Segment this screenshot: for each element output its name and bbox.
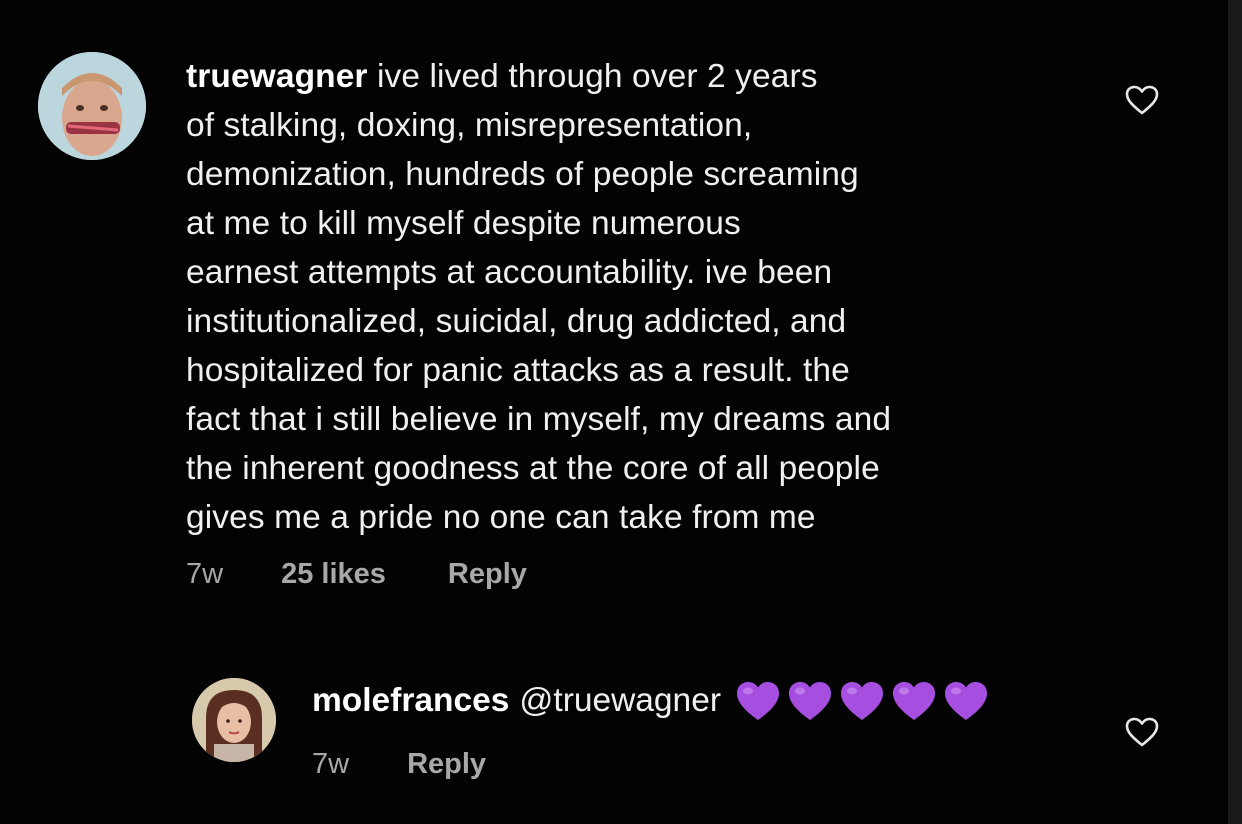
comment-meta: 7w Reply — [312, 748, 486, 781]
avatar-truewagner[interactable] — [38, 52, 146, 160]
comment-line: the inherent goodness at the core of all… — [186, 450, 880, 487]
comment-line: of stalking, doxing, misrepresentation, — [186, 107, 753, 144]
reply-button[interactable]: Reply — [448, 558, 527, 591]
purple-heart-emoji — [941, 678, 991, 724]
purple-heart-emoji — [785, 678, 835, 724]
like-button[interactable] — [1124, 84, 1160, 116]
emoji-group — [733, 678, 991, 724]
comment-meta: 7w 25 likes Reply — [186, 558, 527, 591]
purple-heart-emoji — [733, 678, 783, 724]
comment-line: truewagner ive lived through over 2 year… — [186, 52, 1086, 101]
heart-outline-icon — [1125, 85, 1159, 115]
heart-outline-icon — [1125, 717, 1159, 747]
comment-thread: truewagner ive lived through over 2 year… — [0, 0, 1242, 824]
avatar-molefrances[interactable] — [192, 678, 276, 762]
mention-link[interactable]: @truewagner — [519, 676, 721, 726]
comment-username[interactable]: molefrances — [312, 676, 509, 726]
comment-timestamp[interactable]: 7w — [186, 558, 223, 591]
comment-timestamp[interactable]: 7w — [312, 748, 349, 781]
screen-edge — [1228, 0, 1242, 824]
like-button[interactable] — [1124, 716, 1160, 748]
comment-username[interactable]: truewagner — [186, 58, 368, 95]
comment-body-molefrances: molefrances @truewagner — [312, 676, 991, 726]
comment-line: gives me a pride no one can take from me — [186, 499, 816, 536]
comment-line: demonization, hundreds of people screami… — [186, 156, 859, 193]
comment-line: institutionalized, suicidal, drug addict… — [186, 303, 847, 340]
comment-line: hospitalized for panic attacks as a resu… — [186, 352, 850, 389]
comment-line: fact that i still believe in myself, my … — [186, 401, 892, 438]
user-avatar-icon — [38, 52, 146, 160]
comment-line: at me to kill myself despite numerous — [186, 205, 741, 242]
likes-count[interactable]: 25 likes — [281, 558, 386, 591]
user-avatar-icon — [192, 678, 276, 762]
purple-heart-emoji — [889, 678, 939, 724]
purple-heart-emoji — [837, 678, 887, 724]
comment-line-text: ive lived through over 2 years — [367, 58, 818, 95]
reply-button[interactable]: Reply — [407, 748, 486, 781]
comment-line: earnest attempts at accountability. ive … — [186, 254, 833, 291]
comment-body-truewagner: truewagner ive lived through over 2 year… — [186, 52, 1086, 542]
